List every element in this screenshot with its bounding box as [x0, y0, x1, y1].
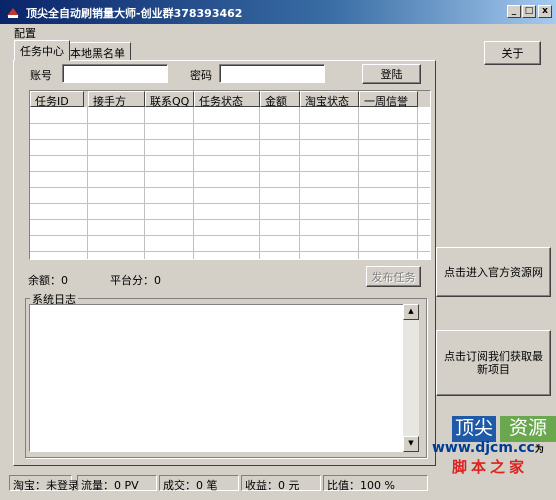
- system-log-textarea[interactable]: [29, 304, 418, 452]
- grid-line: [30, 123, 430, 124]
- status-income: 收益：0 元: [241, 475, 321, 492]
- status-traffic: 流量：0 PV: [77, 475, 157, 492]
- status-bar: 淘宝：未登录 流量：0 PV 成交：0 笔 收益：0 元 比值：100 %: [0, 474, 556, 500]
- tab-local-blacklist[interactable]: 本地黑名单: [64, 42, 131, 61]
- password-label: 密码: [190, 69, 212, 82]
- grid-line: [30, 139, 430, 140]
- publish-task-button[interactable]: 发布任务: [366, 266, 421, 287]
- platform-points-label: 平台分：0: [110, 274, 161, 287]
- site-watermark: 顶尖 资源 www.djcm.cc为 脚本之家: [432, 414, 556, 476]
- grid-line: [30, 187, 430, 188]
- column-header-amount[interactable]: 金额: [260, 91, 300, 108]
- grid-line: [259, 107, 260, 259]
- close-button[interactable]: x: [538, 5, 552, 18]
- column-header-task-status[interactable]: 任务状态: [194, 91, 260, 108]
- subscribe-button[interactable]: 点击订阅我们获取最新项目: [436, 330, 551, 396]
- grid-line: [30, 251, 430, 252]
- account-label: 账号: [30, 69, 52, 82]
- menu-bar: 配置: [0, 24, 556, 40]
- account-input[interactable]: [62, 64, 168, 83]
- grid-line: [30, 171, 430, 172]
- log-scrollbar[interactable]: ▲ ▼: [403, 304, 419, 452]
- column-header-taobao-status[interactable]: 淘宝状态: [300, 91, 359, 108]
- login-button[interactable]: 登陆: [362, 64, 421, 84]
- grid-line: [144, 107, 145, 259]
- grid-line: [193, 107, 194, 259]
- password-input[interactable]: [219, 64, 325, 83]
- watermark-url: www.djcm.cc为: [432, 440, 544, 456]
- grid-line: [417, 107, 418, 259]
- status-ratio: 比值：100 %: [323, 475, 428, 492]
- minimize-button[interactable]: _: [507, 5, 521, 18]
- column-header-task-id[interactable]: 任务ID: [30, 91, 84, 108]
- watermark-url-suffix: 为: [534, 445, 544, 455]
- menu-config[interactable]: 配置: [14, 25, 36, 41]
- app-icon: [7, 8, 19, 18]
- status-deals: 成交：0 笔: [159, 475, 239, 492]
- about-button[interactable]: 关于: [484, 41, 541, 65]
- column-header-contact-qq[interactable]: 联系QQ: [145, 91, 194, 108]
- status-taobao: 淘宝：未登录: [9, 475, 79, 492]
- official-site-button[interactable]: 点击进入官方资源网: [436, 247, 551, 297]
- scroll-down-icon[interactable]: ▼: [403, 436, 419, 452]
- watermark-left-block: 顶尖: [452, 416, 496, 442]
- column-header-receiver[interactable]: 接手方: [88, 91, 145, 108]
- title-bar: 顶尖全自动刷销量大师-创业群378393462 _ □ x: [0, 0, 556, 24]
- tab-task-center[interactable]: 任务中心: [14, 40, 70, 61]
- scroll-up-icon[interactable]: ▲: [403, 304, 419, 320]
- column-header-weekly-credit[interactable]: 一周信誉: [359, 91, 418, 108]
- watermark-right-block: 资源: [500, 416, 556, 442]
- grid-line: [358, 107, 359, 259]
- grid-line: [87, 107, 88, 259]
- window-title: 顶尖全自动刷销量大师-创业群378393462: [26, 7, 243, 20]
- table-header: 任务ID 接手方 联系QQ 任务状态 金额 淘宝状态 一周信誉: [30, 91, 430, 108]
- maximize-button[interactable]: □: [522, 5, 536, 18]
- grid-line: [30, 155, 430, 156]
- grid-line: [30, 219, 430, 220]
- grid-line: [30, 235, 430, 236]
- grid-line: [30, 203, 430, 204]
- balance-label: 余额：0: [28, 274, 68, 287]
- watermark-url-text: www.djcm.cc: [432, 440, 535, 456]
- task-table[interactable]: 任务ID 接手方 联系QQ 任务状态 金额 淘宝状态 一周信誉: [29, 90, 431, 260]
- grid-line: [299, 107, 300, 259]
